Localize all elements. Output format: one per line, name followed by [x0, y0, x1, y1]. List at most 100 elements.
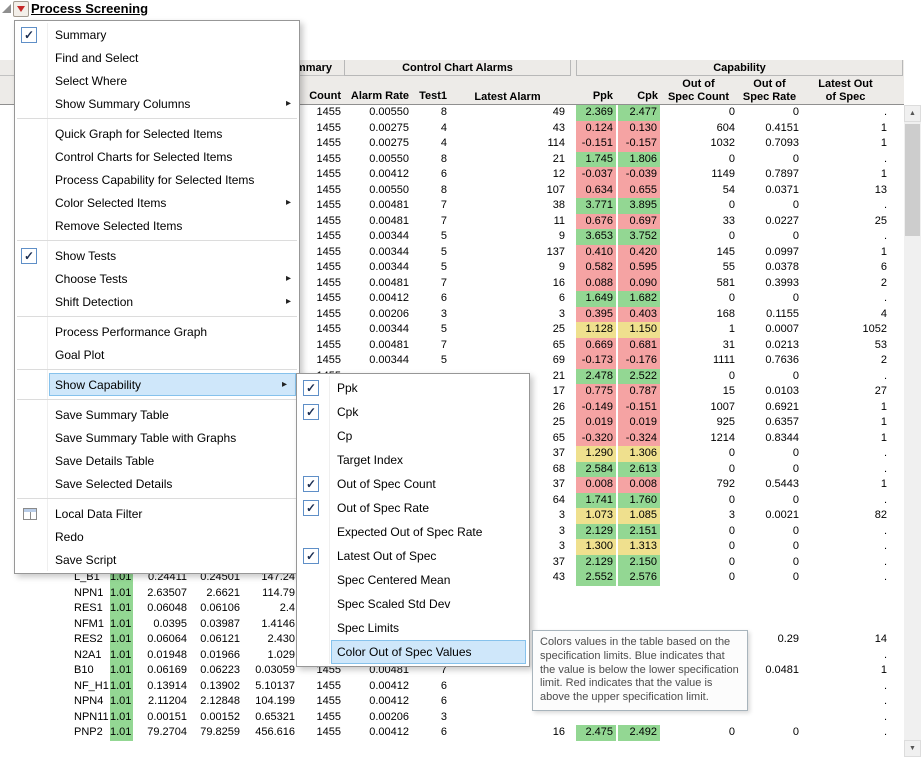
cell-stab: 1.01 [110, 601, 133, 617]
menu-item-latest-out-of-spec[interactable]: ✓Latest Out of Spec [297, 544, 529, 568]
cell-v2: 0.13902 [190, 679, 243, 695]
cell-latest_oos: . [802, 446, 890, 462]
cell-latest_oos: 1 [802, 415, 890, 431]
column-gap [568, 167, 576, 183]
cell-latest_alarm: 3 [450, 307, 568, 323]
menu-item-choose-tests[interactable]: Choose Tests▸ [15, 267, 299, 290]
menu-separator [17, 118, 297, 119]
menu-item-show-summary-columns[interactable]: Show Summary Columns▸ [15, 92, 299, 115]
menu-item-control-charts-for-selected-items[interactable]: Control Charts for Selected Items [15, 145, 299, 168]
cell-latest_oos: . [802, 725, 890, 741]
column-gap [568, 431, 576, 447]
scrollbar-thumb[interactable] [905, 124, 920, 236]
menu-item-color-out-of-spec-values[interactable]: Color Out of Spec Values [331, 640, 526, 664]
cell-oos_count: 0 [660, 105, 738, 121]
column-gap [568, 446, 576, 462]
menu-item-out-of-spec-count[interactable]: ✓Out of Spec Count [297, 472, 529, 496]
menu-item-save-summary-table-with-graphs[interactable]: Save Summary Table with Graphs [15, 426, 299, 449]
menu-item-process-capability-for-selected-items[interactable]: Process Capability for Selected Items [15, 168, 299, 191]
menu-item-select-where[interactable]: Select Where [15, 69, 299, 92]
menu-item-shift-detection[interactable]: Shift Detection▸ [15, 290, 299, 313]
menu-item-spec-scaled-std-dev[interactable]: Spec Scaled Std Dev [297, 592, 529, 616]
cell-cpk [618, 586, 660, 602]
menu-item-cpk[interactable]: ✓Cpk [297, 400, 529, 424]
menu-item-find-and-select[interactable]: Find and Select [15, 46, 299, 69]
menu-item-color-selected-items[interactable]: Color Selected Items▸ [15, 191, 299, 214]
table-row[interactable]: NPN41.012.112042.12848104.19914550.00412… [0, 694, 904, 710]
menu-item-label: Show Capability [55, 378, 141, 392]
menu-item-save-selected-details[interactable]: Save Selected Details [15, 472, 299, 495]
outline-disclosure-icon[interactable] [2, 4, 11, 13]
menu-item-label: Redo [55, 530, 84, 544]
column-header-ppk[interactable]: Ppk [576, 90, 616, 104]
menu-item-local-data-filter[interactable]: Local Data Filter [15, 502, 299, 525]
column-header-count[interactable]: Count [298, 90, 344, 104]
menu-item-save-details-table[interactable]: Save Details Table [15, 449, 299, 472]
column-header-alarm_rate[interactable]: Alarm Rate [344, 90, 412, 104]
menu-item-expected-out-of-spec-rate[interactable]: Expected Out of Spec Rate [297, 520, 529, 544]
cell-count: 1455 [298, 245, 344, 261]
menu-item-show-capability[interactable]: Show Capability▸ [49, 373, 296, 396]
cell-oos_rate: 0.1155 [738, 307, 802, 323]
cell-count: 1455 [298, 291, 344, 307]
table-row[interactable]: NF_H11.010.139140.139025.1013714550.0041… [0, 679, 904, 695]
menu-item-label: Quick Graph for Selected Items [55, 127, 222, 141]
red-triangle-menu-button[interactable] [13, 1, 29, 17]
cell-ppk: -0.151 [576, 136, 616, 152]
menu-item-spec-centered-mean[interactable]: Spec Centered Mean [297, 568, 529, 592]
column-header-latest_oos[interactable]: Latest Out of Spec [803, 78, 891, 104]
cell-process [72, 741, 110, 757]
table-row[interactable]: PNP21.0179.270479.8259456.61614550.00412… [0, 725, 904, 741]
cell-ppk: 2.475 [576, 725, 616, 741]
cell-latest_oos [802, 617, 890, 633]
cell-v1: 79.2704 [133, 725, 190, 741]
cell-test1: 5 [412, 245, 450, 261]
menu-item-label: Spec Limits [337, 621, 399, 635]
column-header-latest_alarm[interactable]: Latest Alarm [450, 91, 568, 105]
checkmark-icon: ✓ [21, 248, 37, 264]
column-header-cpk[interactable]: Cpk [619, 90, 661, 104]
menu-item-save-script[interactable]: Save Script [15, 548, 299, 571]
cell-alarm_rate: 0.00412 [344, 725, 412, 741]
menu-item-summary[interactable]: ✓Summary [15, 23, 299, 46]
cell-count: 1455 [298, 167, 344, 183]
menu-item-spec-limits[interactable]: Spec Limits [297, 616, 529, 640]
cell-cpk: 2.613 [618, 462, 660, 478]
menu-item-redo[interactable]: Redo [15, 525, 299, 548]
vertical-scrollbar[interactable]: ▲ ▼ [904, 105, 921, 757]
menu-item-ppk[interactable]: ✓Ppk [297, 376, 529, 400]
cell-oos_count: 0 [660, 524, 738, 540]
scrollbar-up-arrow[interactable]: ▲ [904, 105, 921, 122]
cell-oos_rate: 0 [738, 291, 802, 307]
menu-item-remove-selected-items[interactable]: Remove Selected Items [15, 214, 299, 237]
column-header-test1[interactable]: Test1 [412, 90, 450, 104]
cell-test1: 3 [412, 710, 450, 726]
table-row[interactable] [0, 741, 904, 757]
menu-item-label: Spec Centered Mean [337, 573, 450, 587]
menu-item-goal-plot[interactable]: Goal Plot [15, 343, 299, 366]
cell-ppk: 0.669 [576, 338, 616, 354]
cell-oos_rate: 0.6921 [738, 400, 802, 416]
menu-item-label: Cpk [337, 405, 358, 419]
menu-item-target-index[interactable]: Target Index [297, 448, 529, 472]
cell-count [298, 741, 344, 757]
cell-v3: 5.10137 [243, 679, 298, 695]
menu-item-cp[interactable]: Cp [297, 424, 529, 448]
menu-item-process-performance-graph[interactable]: Process Performance Graph [15, 320, 299, 343]
column-header-oos_count[interactable]: Out of Spec Count [661, 78, 739, 104]
table-row[interactable]: NPN111.010.001510.001520.6532114550.0020… [0, 710, 904, 726]
column-gap [568, 493, 576, 509]
cell-process: N2A1 [72, 648, 110, 664]
cell-alarm_rate: 0.00481 [344, 276, 412, 292]
menu-item-quick-graph-for-selected-items[interactable]: Quick Graph for Selected Items [15, 122, 299, 145]
menu-item-show-tests[interactable]: ✓Show Tests [15, 244, 299, 267]
cell-oos_rate: 0.7093 [738, 136, 802, 152]
cell-count: 1455 [298, 307, 344, 323]
menu-item-save-summary-table[interactable]: Save Summary Table [15, 403, 299, 426]
scrollbar-down-arrow[interactable]: ▼ [904, 740, 921, 757]
column-header-oos_rate[interactable]: Out of Spec Rate [739, 78, 803, 104]
cell-cpk: 2.150 [618, 555, 660, 571]
menu-separator [17, 240, 297, 241]
cell-oos_rate: 0.0378 [738, 260, 802, 276]
menu-item-out-of-spec-rate[interactable]: ✓Out of Spec Rate [297, 496, 529, 520]
